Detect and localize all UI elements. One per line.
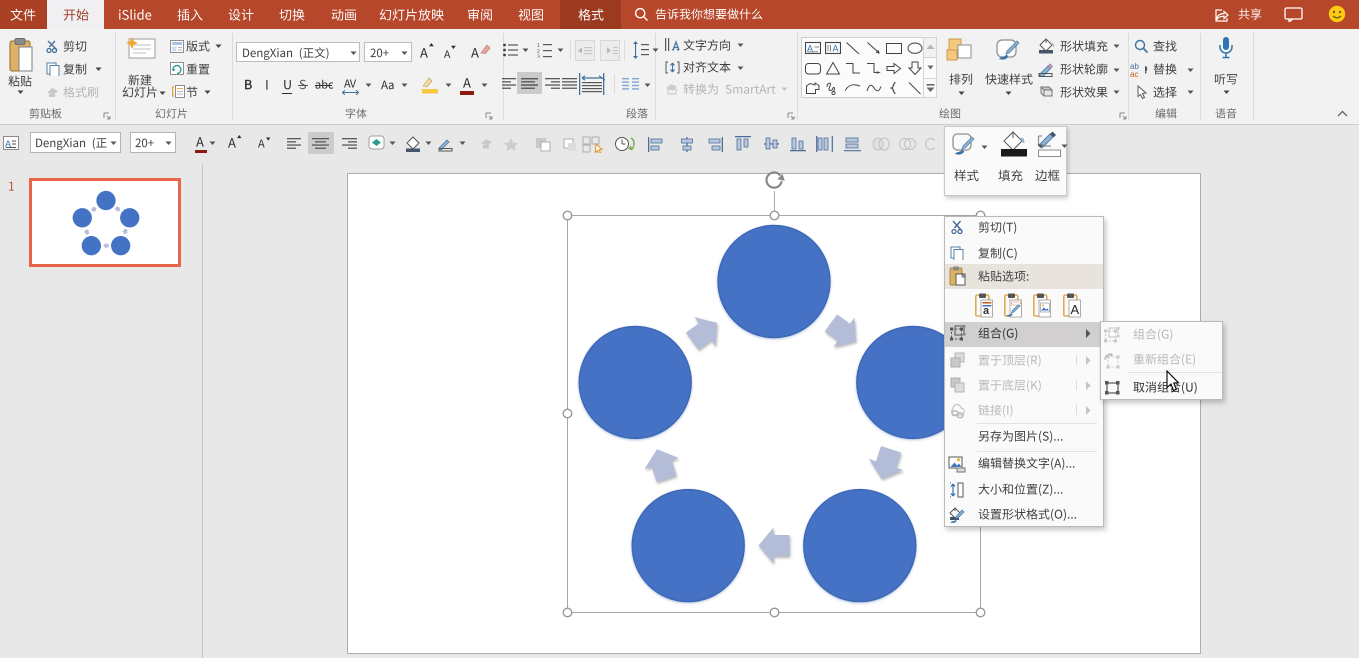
svg-text:a: a (983, 305, 990, 317)
svg-text:A: A (832, 43, 838, 53)
svg-text:ac: ac (1130, 70, 1138, 77)
svg-text:A: A (1071, 302, 1080, 317)
svg-text:3: 3 (537, 55, 540, 59)
